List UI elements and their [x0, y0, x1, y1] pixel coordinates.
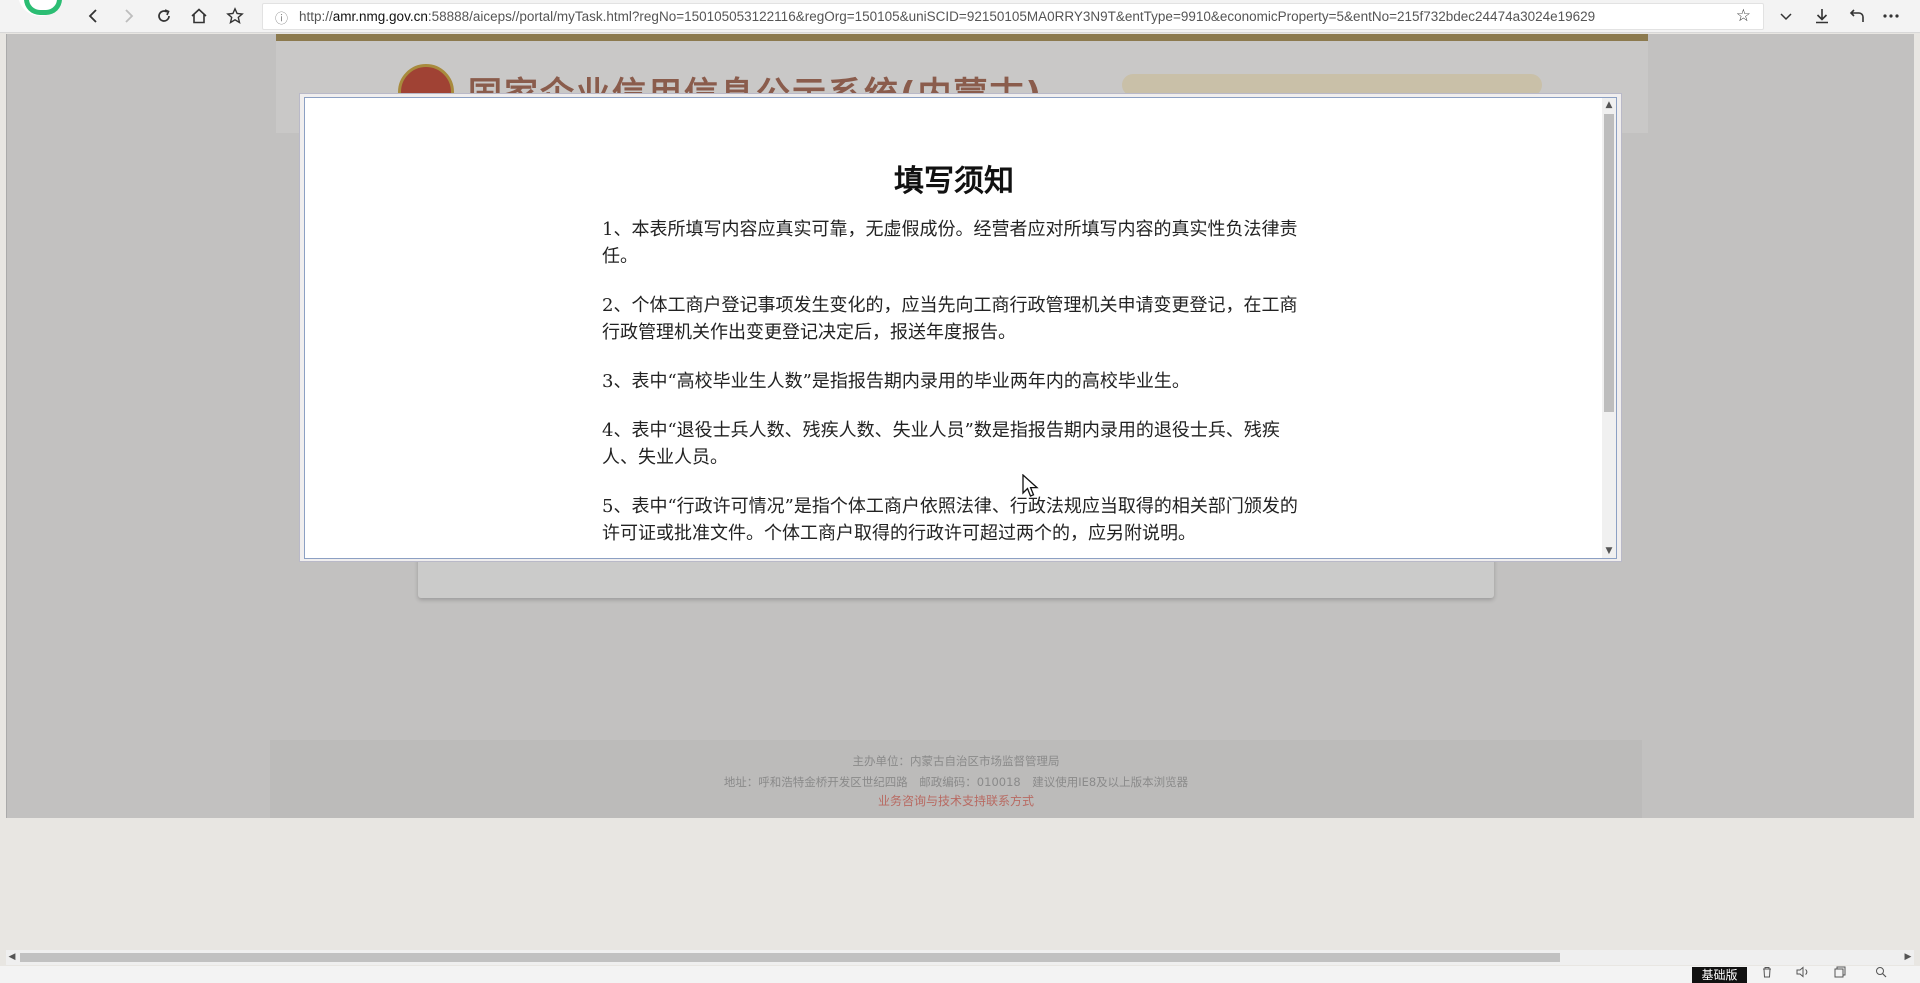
refresh-icon[interactable] — [150, 3, 178, 29]
notice-item-2: 2、个体工商户登记事项发生变化的，应当先向工商行政管理机关申请变更登记，在工商行… — [602, 295, 1298, 343]
zoom-icon[interactable] — [1870, 966, 1892, 983]
footer-address: 地址：呼和浩特金桥开发区世纪四路 邮政编码：010018 建议使用IE8及以上版… — [723, 775, 1189, 789]
trash-icon[interactable] — [1756, 966, 1778, 983]
notice-modal-body: 填写须知 1、本表所填写内容应真实可靠，无虚假成份。经营者应对所填写内容的真实性… — [304, 97, 1617, 559]
scroll-left-icon[interactable]: ◀ — [6, 950, 18, 965]
page-horizontal-scrollbar[interactable]: ◀ ▶ — [6, 950, 1914, 965]
scroll-right-icon[interactable]: ▶ — [1902, 950, 1914, 965]
info-icon[interactable]: ⓘ — [275, 8, 288, 27]
notice-item-1: 1、本表所填写内容应真实可靠，无虚假成份。经营者应对所填写内容的真实性负法律责任… — [602, 219, 1298, 267]
url-text: http://amr.nmg.gov.cn:58888/aiceps//port… — [299, 9, 1596, 24]
forward-icon[interactable] — [114, 3, 142, 29]
window-icon[interactable] — [1829, 966, 1851, 983]
address-bar[interactable]: ⓘ http://amr.nmg.gov.cn:58888/aiceps//po… — [262, 3, 1764, 30]
browser-toolbar: ⓘ http://amr.nmg.gov.cn:58888/aiceps//po… — [0, 0, 1920, 33]
footer-host: 主办单位：内蒙古自治区市场监督管理局 — [852, 754, 1060, 768]
scroll-up-icon[interactable]: ▲ — [1602, 98, 1616, 112]
star-icon[interactable] — [221, 3, 249, 29]
undo-icon[interactable] — [1843, 3, 1871, 29]
modal-title: 填写须知 — [894, 164, 1014, 199]
status-bar: 基础版 — [0, 966, 1920, 983]
notice-item-3: 3、表中“高校毕业生人数”是指报告期内录用的毕业两年内的高校毕业生。 — [602, 371, 1190, 392]
home-icon[interactable] — [185, 3, 213, 29]
modal-scrollbar[interactable]: ▲ ▼ — [1602, 98, 1616, 558]
modal-scrollbar-thumb[interactable] — [1604, 114, 1614, 412]
notice-item-5: 5、表中“行政许可情况”是指个体工商户依照法律、行政法规应当取得的相关部门颁发的… — [602, 496, 1298, 544]
notice-item-4: 4、表中“退役士兵人数、残疾人数、失业人员”数是指报告期内录用的退役士兵、残疾人… — [602, 420, 1280, 468]
mode-badge[interactable]: 基础版 — [1692, 967, 1747, 983]
more-icon[interactable] — [1877, 3, 1905, 29]
footer-support-link[interactable]: 业务咨询与技术支持联系方式 — [270, 792, 1642, 809]
download-icon[interactable] — [1808, 3, 1836, 29]
chevron-down-icon[interactable] — [1772, 3, 1800, 29]
scroll-down-icon[interactable]: ▼ — [1602, 544, 1616, 558]
horizontal-scrollbar-thumb[interactable] — [20, 953, 1560, 962]
header-gold-bar — [276, 34, 1648, 41]
back-icon[interactable] — [80, 3, 108, 29]
volume-icon[interactable] — [1792, 966, 1814, 983]
notice-modal: 填写须知 1、本表所填写内容应真实可靠，无虚假成份。经营者应对所填写内容的真实性… — [299, 93, 1622, 562]
mouse-cursor-icon — [1022, 474, 1039, 497]
browser-logo-icon — [18, 0, 62, 16]
bookmark-star-icon[interactable]: ☆ — [1736, 6, 1751, 26]
